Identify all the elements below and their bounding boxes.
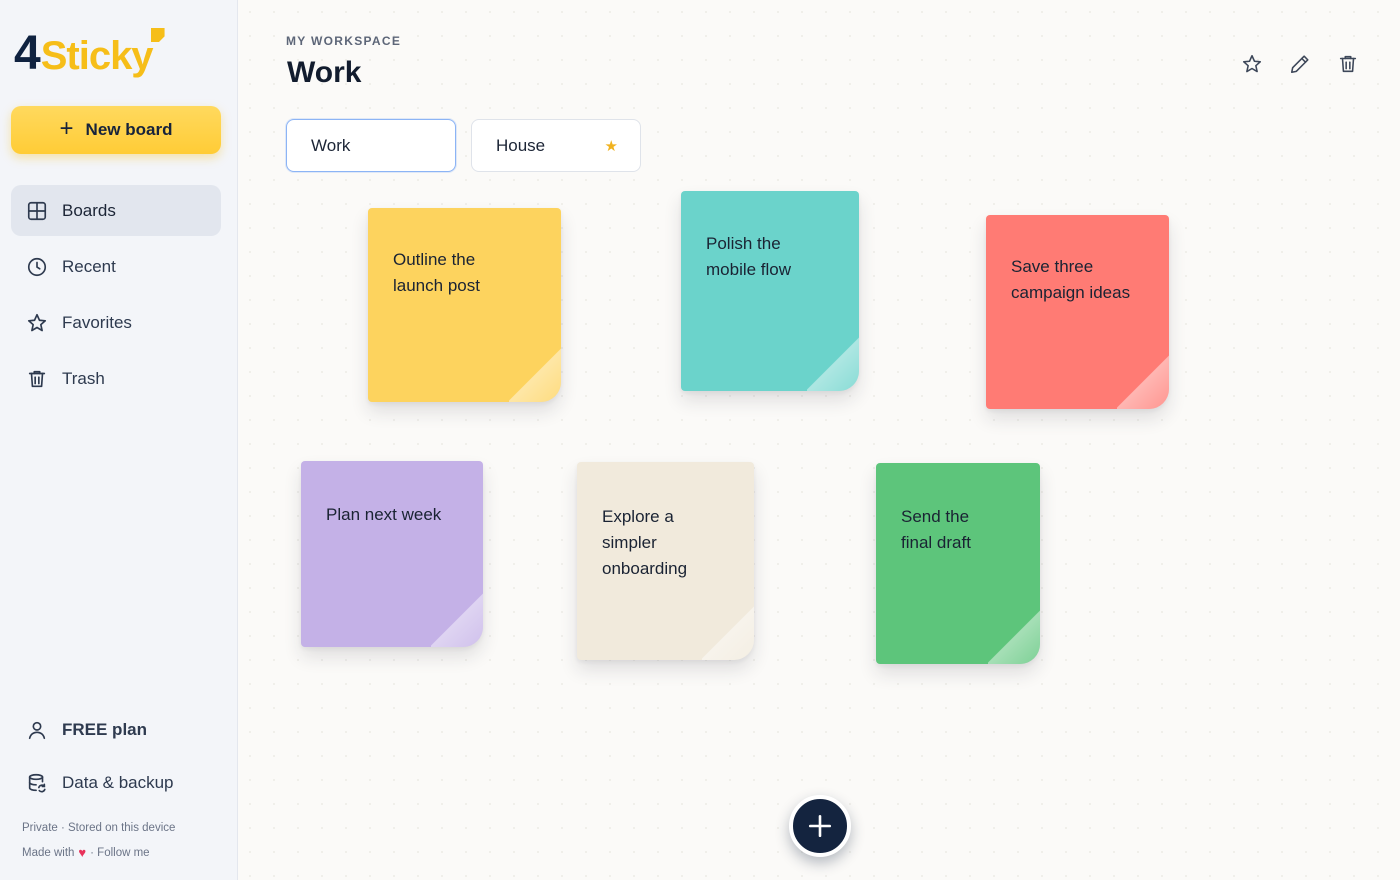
- logo-flag-icon: [150, 28, 165, 42]
- delete-board-button[interactable]: [1336, 52, 1360, 76]
- page-curl: [1117, 353, 1169, 409]
- page-curl: [988, 608, 1040, 664]
- sidebar-item-boards[interactable]: Boards: [11, 185, 221, 236]
- note-text-line: final draft: [901, 533, 971, 552]
- page-curl: [431, 591, 483, 647]
- tab-work[interactable]: Work: [286, 119, 456, 172]
- sticky-note[interactable]: Polish the mobile flow: [681, 191, 859, 391]
- sidebar-item-trash[interactable]: Trash: [11, 353, 221, 404]
- sticky-note[interactable]: Plan next week: [301, 461, 483, 647]
- tab-label: House: [496, 135, 546, 155]
- sticky-note[interactable]: Outline the launch post: [368, 208, 561, 402]
- note-text-line: Polish the: [706, 234, 781, 253]
- sidebar-item-label: Boards: [62, 200, 116, 220]
- sidebar-bottom: FREE plan Data & backup: [11, 706, 221, 812]
- page-curl: [702, 604, 754, 660]
- add-note-button[interactable]: [789, 795, 851, 857]
- sticky-note[interactable]: Save three campaign ideas: [986, 215, 1169, 409]
- sidebar-item-recent[interactable]: Recent: [11, 241, 221, 292]
- sidebar-item-label: Favorites: [62, 312, 132, 332]
- trash-icon: [1339, 55, 1357, 73]
- plus-icon: +: [59, 115, 74, 142]
- note-text-line: launch post: [393, 276, 480, 295]
- grid-icon: [27, 201, 47, 220]
- note-text-line: Outline the: [393, 250, 476, 269]
- clock-icon: [27, 257, 47, 276]
- tab-house[interactable]: House ★: [471, 119, 641, 172]
- favorite-board-button[interactable]: [1240, 52, 1264, 76]
- data-backup-link[interactable]: Data & backup: [11, 759, 221, 807]
- plan-link[interactable]: FREE plan: [11, 706, 221, 754]
- note-text-line: simpler: [602, 533, 657, 552]
- plus-icon: [808, 814, 832, 838]
- plan-label: FREE plan: [62, 720, 148, 739]
- logo-word: Sticky: [40, 34, 154, 78]
- sticky-note[interactable]: Explore a simpler onboarding: [577, 462, 754, 660]
- tab-label: Work: [311, 135, 351, 155]
- note-text-line: Send the: [901, 507, 970, 526]
- sidebar-item-label: Recent: [62, 256, 116, 276]
- backup-label: Data & backup: [62, 773, 174, 792]
- note-text-line: campaign ideas: [1011, 283, 1131, 302]
- note-text-line: Plan next week: [326, 505, 442, 524]
- logo[interactable]: 4 Sticky: [14, 24, 165, 80]
- star-icon: [27, 313, 47, 331]
- made-with-text: Made with: [22, 846, 75, 859]
- page-title: Work: [287, 56, 362, 89]
- new-board-label: New board: [85, 120, 173, 139]
- heart-icon: ♥: [78, 845, 87, 860]
- trash-icon: [28, 370, 46, 387]
- star-icon: [1242, 54, 1262, 73]
- favorite-star-icon: ★: [604, 137, 618, 155]
- note-text-line: mobile flow: [706, 260, 792, 279]
- sidebar-item-label: Trash: [62, 368, 105, 388]
- credits: Made with ♥ · Follow me: [22, 845, 150, 860]
- rename-board-button[interactable]: [1288, 52, 1312, 76]
- sidebar-nav: Boards Recent Favorites Trash: [11, 185, 221, 409]
- new-board-button[interactable]: + New board: [11, 106, 221, 154]
- board-canvas: MY WORKSPACE Work Work House ★ Outline t…: [238, 0, 1400, 880]
- logo-number: 4: [14, 27, 41, 80]
- storage-note: Private · Stored on this device: [22, 822, 176, 834]
- sidebar: 4 Sticky + New board Boards Recent Favor…: [0, 0, 238, 880]
- note-text-line: Explore a: [602, 507, 674, 526]
- app-window: 4 Sticky + New board Boards Recent Favor…: [0, 0, 1400, 880]
- board-tabs: Work House ★: [286, 119, 641, 172]
- page-curl: [509, 346, 561, 402]
- board-actions: [1240, 52, 1360, 76]
- workspace-label: MY WORKSPACE: [286, 34, 402, 48]
- sticky-note[interactable]: Send the final draft: [876, 463, 1040, 664]
- user-icon: [28, 721, 46, 740]
- follow-me-link[interactable]: · Follow me: [90, 847, 149, 859]
- database-icon: [28, 773, 46, 793]
- note-text-line: Save three: [1011, 257, 1094, 276]
- page-curl: [807, 335, 859, 391]
- pencil-icon: [1290, 55, 1309, 74]
- sidebar-item-favorites[interactable]: Favorites: [11, 297, 221, 348]
- note-text-line: onboarding: [602, 559, 688, 578]
